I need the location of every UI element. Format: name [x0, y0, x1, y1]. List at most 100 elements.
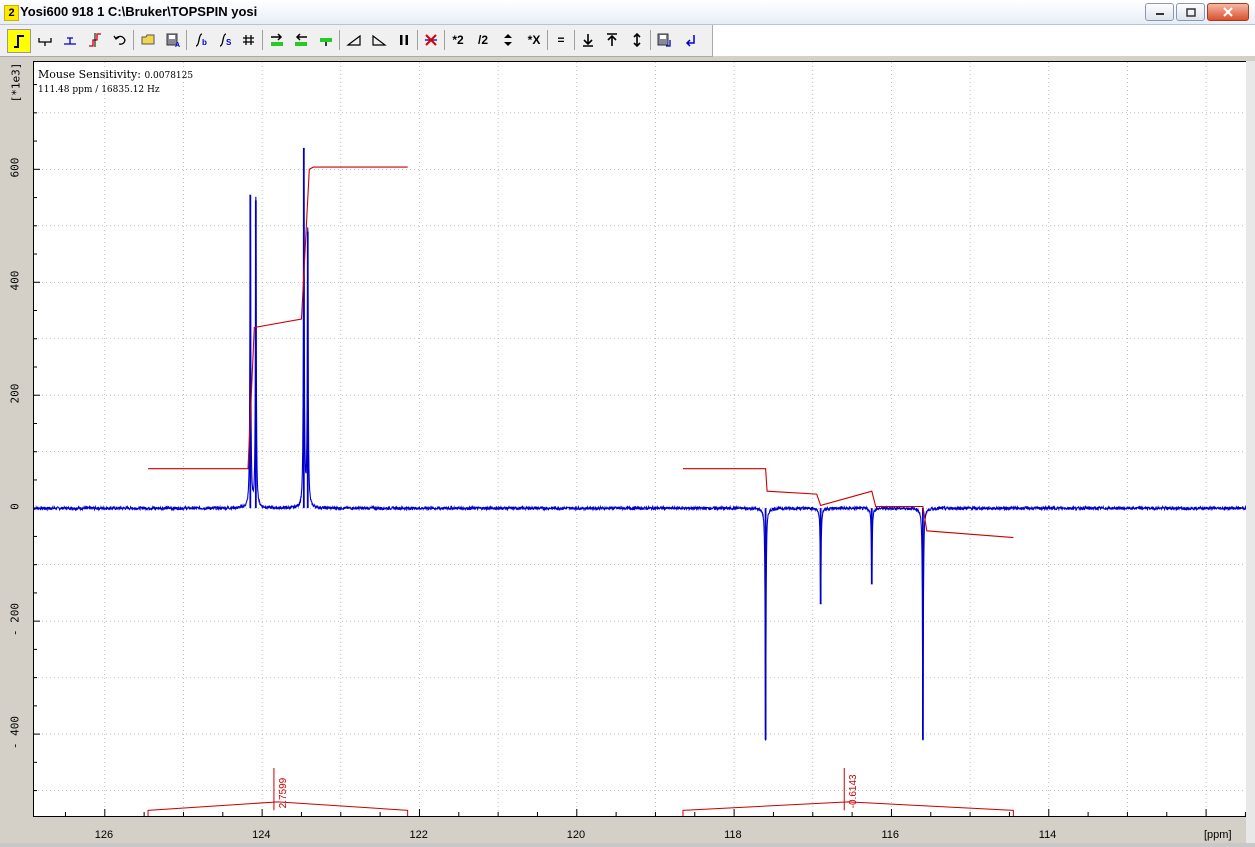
grid-icon	[243, 35, 254, 45]
y-tick-label: 200	[8, 383, 22, 404]
open-region-file-icon	[141, 34, 155, 45]
divide-2-button[interactable]: /2	[472, 29, 494, 51]
toolbar-separator	[339, 30, 340, 50]
undo-icon	[113, 35, 126, 45]
split-integral-icon	[89, 33, 101, 47]
slope-bias-button[interactable]	[343, 29, 365, 51]
open-region-file-button[interactable]	[137, 29, 159, 51]
svg-text:A: A	[175, 42, 180, 48]
equal-button[interactable]: =	[550, 29, 572, 51]
toolbar-separator	[133, 30, 134, 50]
integral-curve	[683, 468, 1014, 539]
svg-text:S: S	[226, 38, 232, 47]
save-region-button[interactable]: A	[162, 29, 184, 51]
slope-button[interactable]	[368, 29, 390, 51]
scale-integral-button[interactable]: S	[214, 29, 236, 51]
save-return-button[interactable]	[653, 29, 675, 51]
integrate-mode-button[interactable]	[7, 29, 31, 53]
return-button[interactable]	[679, 29, 701, 51]
calibrate-integral-icon: b	[195, 33, 207, 47]
toolbar-separator	[262, 30, 263, 50]
pause-icon	[400, 35, 408, 45]
multiply-2-button[interactable]: *2	[447, 29, 469, 51]
undo-button[interactable]	[109, 29, 131, 51]
move-left-icon	[271, 33, 283, 46]
close-button[interactable]	[1207, 3, 1249, 21]
window-controls	[1145, 3, 1249, 21]
up-arrow-button[interactable]	[601, 29, 623, 51]
x-tick-label: 124	[252, 829, 271, 841]
define-region-button[interactable]	[34, 29, 56, 51]
spectrum-plot-area[interactable]: 2.7599 -0.6143 Mouse Sensitivity: 0.00781…	[33, 61, 1248, 817]
move-right-button[interactable]	[290, 29, 312, 51]
x-tick-label: 118	[724, 829, 742, 841]
vertical-range-button[interactable]	[626, 29, 648, 51]
reset-button[interactable]	[315, 29, 337, 51]
toolbar-separator	[417, 30, 418, 50]
multiply-x-button[interactable]: *X	[523, 29, 545, 51]
cursor-hz-value: 16835.12	[101, 85, 145, 95]
down-arrow-button[interactable]	[577, 29, 599, 51]
restore-button[interactable]	[1176, 3, 1205, 21]
toolbar-separator	[650, 30, 651, 50]
y-tick-label: 0	[8, 503, 22, 510]
toolbar-separator	[186, 30, 187, 50]
minimize-button[interactable]	[1145, 3, 1174, 21]
vertical-range-icon	[633, 32, 641, 48]
spectrum-chart[interactable]: 2.7599 -0.6143	[34, 62, 1247, 816]
define-region-icon	[38, 38, 52, 46]
up-arrow-icon	[607, 33, 617, 46]
y-tick-label: - 400	[8, 716, 22, 750]
cursor-ppm-unit: ppm /	[72, 85, 99, 95]
split-integral-button[interactable]	[84, 29, 106, 51]
slope-bias-icon	[346, 34, 361, 46]
integration-toolbar: A b S *2 /2 *X =	[0, 25, 713, 57]
y-axis-unit: [*1e3]	[9, 62, 23, 103]
window-number-badge: 2	[4, 5, 19, 21]
save-region-icon: A	[166, 33, 180, 48]
delete-button[interactable]	[420, 29, 442, 51]
toolbar-separator	[574, 30, 575, 50]
delete-icon	[425, 34, 437, 46]
cursor-hz-unit: Hz	[147, 85, 160, 95]
pause-button[interactable]	[393, 29, 415, 51]
x-tick-label: 120	[566, 829, 586, 841]
x-axis-unit: [ppm]	[1204, 829, 1232, 841]
y-tick-label: - 200	[8, 603, 22, 637]
close-icon	[1223, 7, 1233, 17]
window-title: Yosi600 918 1 C:\Bruker\TOPSPIN yosi	[20, 4, 258, 19]
save-return-icon	[657, 33, 671, 47]
horizontal-scrollbar[interactable]	[0, 843, 1255, 847]
scale-integral-icon: S	[219, 33, 232, 47]
mouse-sensitivity-readout: Mouse Sensitivity: 0.0078125	[38, 68, 193, 81]
integrate-mode-icon	[14, 35, 24, 48]
return-icon	[685, 35, 695, 47]
up-down-button[interactable]	[497, 29, 519, 51]
toolbar-separator	[547, 30, 548, 50]
x-tick-label: 122	[409, 829, 428, 841]
y-tick-label: 400	[8, 270, 22, 291]
mouse-sensitivity-label: Mouse Sensitivity:	[38, 68, 141, 81]
integral-value-label: -0.6143	[848, 774, 859, 808]
reset-icon	[320, 38, 332, 46]
toolbar-separator	[444, 30, 445, 50]
svg-text:b: b	[202, 38, 207, 47]
x-tick-label: 114	[1038, 829, 1057, 841]
calibrate-integral-button[interactable]: b	[190, 29, 212, 51]
spectrum-trace	[34, 179, 1247, 741]
grid-button[interactable]	[238, 29, 260, 51]
set-reference-icon	[64, 37, 76, 45]
up-down-icon	[504, 34, 512, 46]
x-tick-label: 126	[94, 829, 114, 841]
cursor-ppm-value: 111.48	[38, 85, 70, 95]
y-tick-label: 600	[8, 157, 22, 178]
integral-curve	[148, 166, 408, 470]
integral-value-label: 2.7599	[278, 777, 289, 808]
move-left-button[interactable]	[266, 29, 288, 51]
x-tick-label: 116	[881, 829, 899, 841]
toolbar-empty-area	[713, 25, 1255, 56]
minimize-icon	[1155, 13, 1164, 15]
move-right-icon	[295, 33, 307, 46]
set-reference-button[interactable]	[59, 29, 81, 51]
vertical-scrollbar[interactable]	[1246, 61, 1255, 847]
